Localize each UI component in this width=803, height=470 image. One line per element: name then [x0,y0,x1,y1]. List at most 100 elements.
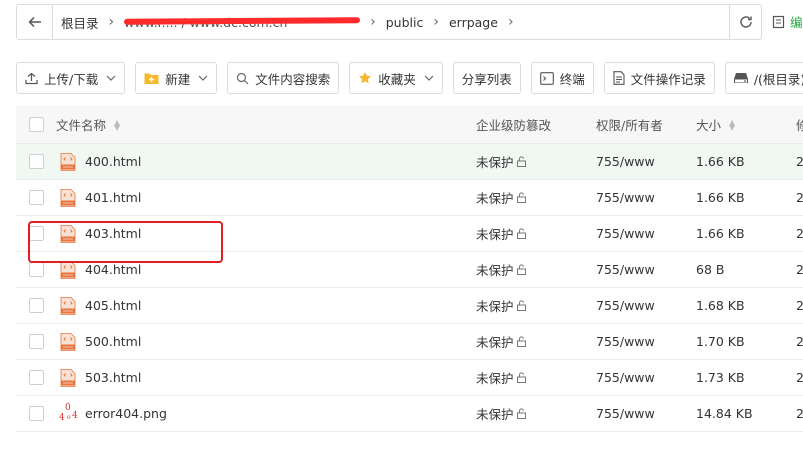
modified-time: 2 [796,370,803,385]
table-row[interactable]: 405.html 未保护 755/www 1.68 KB 2 [16,288,803,324]
table-row[interactable]: 401.html 未保护 755/www 1.66 KB 2 [16,180,803,216]
file-table: 文件名称 ▲ ▼ 企业级防篡改 权限/所有者 大小 ▲ ▼ 修 400.html 未… [16,106,803,432]
chevron-down-icon [106,75,116,81]
breadcrumb-root[interactable]: 根目录 › [61,13,124,32]
unlock-icon[interactable] [516,336,527,347]
html-file-icon [60,296,76,315]
file-size: 1.66 KB [696,154,745,169]
row-checkbox[interactable] [28,298,44,313]
row-checkbox[interactable] [28,334,44,349]
file-name-link[interactable]: 401.html [85,190,141,205]
table-row[interactable]: 404.html 未保护 755/www 68 B 2 [16,252,803,288]
terminal-icon [539,71,554,85]
table-header: 文件名称 ▲ ▼ 企业级防篡改 权限/所有者 大小 ▲ ▼ 修 [16,106,803,144]
sort-icon: ▲ ▼ [114,117,121,132]
redacted-path-segment: www.r.... / www.dc.com.cn [124,15,361,29]
file-size: 1.68 KB [696,298,745,313]
file-name-link[interactable]: error404.png [85,406,167,421]
html-file-icon [60,332,76,351]
html-file-icon [60,152,76,171]
table-row[interactable]: 503.html 未保护 755/www 1.73 KB 2 [16,360,803,396]
breadcrumb-errpage[interactable]: errpage › [449,14,524,30]
favorites-button[interactable]: 收藏夹 [349,62,443,94]
header-file-name[interactable]: 文件名称 ▲ ▼ [56,115,476,134]
file-size: 1.73 KB [696,370,745,385]
permission-link[interactable]: 755/www [596,262,655,277]
file-size: 1.66 KB [696,226,745,241]
protection-status[interactable]: 未保护 [476,404,514,423]
refresh-button[interactable] [729,4,762,40]
edit-path-link[interactable]: 编 [772,12,803,31]
table-row[interactable]: 400.html 未保护 755/www 1.66 KB 2 [16,144,803,180]
header-protection: 企业级防篡改 [476,118,552,133]
table-row[interactable]: 4 0 o 4 error404.png 未保护 755/www 14.84 KB 2 [16,396,803,432]
unlock-icon[interactable] [516,192,527,203]
back-button[interactable] [17,5,53,39]
header-permission: 权限/所有者 [596,118,663,133]
permission-link[interactable]: 755/www [596,190,655,205]
protection-status[interactable]: 未保护 [476,368,514,387]
html-file-icon [60,260,76,279]
share-list-button[interactable]: 分享列表 [452,62,521,94]
permission-link[interactable]: 755/www [596,370,655,385]
row-checkbox[interactable] [28,190,44,205]
permission-link[interactable]: 755/www [596,154,655,169]
upload-download-button[interactable]: 上传/下载 [16,62,126,94]
upload-icon [25,72,38,84]
row-checkbox[interactable] [28,406,44,421]
terminal-button[interactable]: 终端 [530,62,594,94]
protection-status[interactable]: 未保护 [476,260,514,279]
permission-link[interactable]: 755/www [596,226,655,241]
row-checkbox[interactable] [28,154,44,169]
select-all-checkbox[interactable] [28,117,44,132]
header-size[interactable]: 大小 ▲ ▼ [696,115,796,134]
protection-status[interactable]: 未保护 [476,224,514,243]
permission-link[interactable]: 755/www [596,334,655,349]
file-size: 14.84 KB [696,406,753,421]
search-icon [237,72,249,84]
path-bar[interactable]: 根目录 › www.r.... / www.dc.com.cn › public… [16,4,762,40]
unlock-icon[interactable] [516,372,527,383]
html-file-icon [60,188,76,207]
html-file-icon [60,368,76,387]
file-name-link[interactable]: 405.html [85,298,141,313]
permission-link[interactable]: 755/www [596,406,655,421]
protection-status[interactable]: 未保护 [476,188,514,207]
unlock-icon[interactable] [516,264,527,275]
breadcrumb-separator: › [370,14,376,30]
protection-status[interactable]: 未保护 [476,332,514,351]
unlock-icon[interactable] [516,300,527,311]
protection-status[interactable]: 未保护 [476,152,514,171]
row-checkbox[interactable] [28,262,44,277]
unlock-icon[interactable] [516,228,527,239]
file-name-link[interactable]: 503.html [85,370,141,385]
unlock-icon[interactable] [516,156,527,167]
breadcrumb-separator: › [108,14,115,30]
arrow-left-icon [27,16,41,28]
breadcrumb-redacted[interactable]: www.r.... / www.dc.com.cn › [124,14,386,30]
disk-selector-button[interactable]: /(根目录)36.9 [724,62,803,94]
table-row[interactable]: 500.html 未保护 755/www 1.70 KB 2 [16,324,803,360]
file-name-link[interactable]: 500.html [85,334,141,349]
hard-drive-icon [733,73,748,83]
file-size: 1.66 KB [696,190,745,205]
redaction-mark [124,17,361,25]
row-checkbox[interactable] [28,226,44,241]
content-search-button[interactable]: 文件内容搜索 [227,62,340,94]
file-log-button[interactable]: 文件操作记录 [603,62,715,94]
row-checkbox[interactable] [28,370,44,385]
file-name-link[interactable]: 403.html [85,226,141,241]
unlock-icon[interactable] [516,408,527,419]
protection-status[interactable]: 未保护 [476,296,514,315]
file-name-link[interactable]: 404.html [85,262,141,277]
breadcrumb-public[interactable]: public › [386,14,449,30]
document-icon [613,71,625,85]
file-name-link[interactable]: 400.html [85,154,141,169]
new-button[interactable]: 新建 [135,62,218,94]
modified-time: 2 [796,334,803,349]
file-size: 1.70 KB [696,334,745,349]
modified-time: 2 [796,262,803,277]
table-row[interactable]: 403.html 未保护 755/www 1.66 KB 2 [16,216,803,252]
permission-link[interactable]: 755/www [596,298,655,313]
modified-time: 2 [796,190,803,205]
